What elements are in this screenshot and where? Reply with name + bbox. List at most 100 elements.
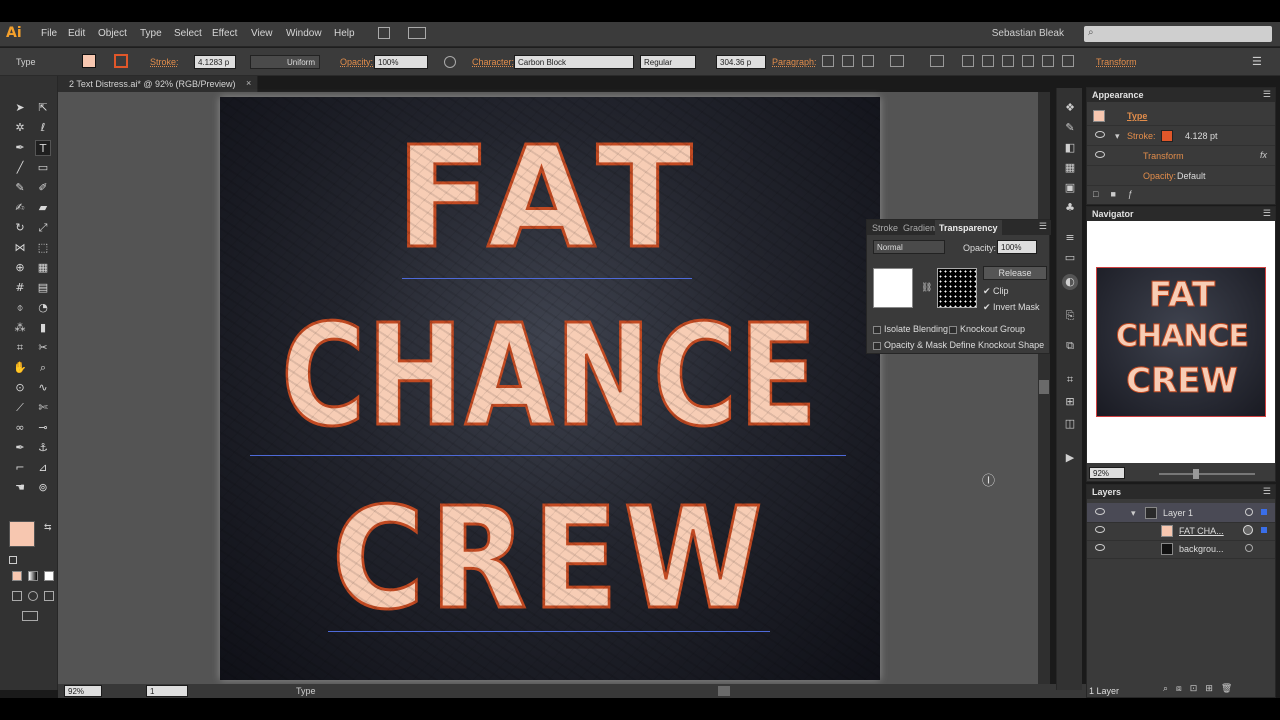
align-panel-icon[interactable]: ⊞	[1062, 394, 1078, 410]
expand-triangle-icon[interactable]: ▾	[1115, 131, 1120, 142]
envelope-icon[interactable]	[890, 55, 904, 67]
fx-icon[interactable]: fx	[1260, 150, 1267, 160]
close-tab-icon[interactable]: ×	[246, 78, 251, 88]
navigator-menu-icon[interactable]: ☰	[1263, 208, 1271, 219]
make-clipping-mask-icon[interactable]: ⧈	[1176, 683, 1182, 694]
blob-brush-tool-icon[interactable]: ✍	[12, 200, 28, 216]
navigator-zoom-field[interactable]: 92%	[1089, 467, 1125, 479]
tab-transparency[interactable]: Transparency	[935, 220, 1002, 235]
tab-gradient[interactable]: Gradien	[903, 223, 935, 233]
layer-row-layer1[interactable]: ▾ Layer 1	[1087, 503, 1275, 523]
stroke-weight-field[interactable]: 4.1283 p	[194, 55, 236, 69]
art-line-fat[interactable]: FAT	[220, 127, 880, 270]
appearance-stroke-label[interactable]: Stroke:	[1127, 131, 1156, 141]
transform-label[interactable]: Transform	[1096, 57, 1137, 67]
align-center-icon[interactable]	[842, 55, 854, 67]
puppet-tool-icon[interactable]: ⊙	[12, 380, 28, 396]
isolate-blending-checkbox[interactable]: Isolate Blending	[873, 324, 948, 334]
rotate-tool-icon[interactable]: ↻	[12, 220, 28, 236]
control-bar-menu-icon[interactable]: ☰	[1252, 55, 1262, 68]
selection-indicator[interactable]	[1261, 509, 1267, 515]
opacity-mask-thumbnail[interactable]	[937, 268, 977, 308]
menu-file[interactable]: File	[41, 28, 57, 39]
pan-tool-icon[interactable]: ☚	[12, 480, 28, 496]
perspective-grid-tool-icon[interactable]: ▦	[35, 260, 51, 276]
sublayer-name[interactable]: FAT CHA...	[1179, 526, 1224, 536]
align-objects-icon[interactable]	[930, 55, 944, 67]
appearance-opacity-label[interactable]: Opacity:	[1143, 171, 1176, 181]
artboard[interactable]: FAT CHANCE CREW	[220, 97, 880, 680]
visibility-eye-icon[interactable]	[1095, 131, 1105, 138]
layer-name[interactable]: Layer 1	[1163, 508, 1193, 518]
knife-tool-icon[interactable]: ⟋	[12, 400, 28, 416]
opacity-label[interactable]: Opacity:	[340, 57, 373, 67]
transform-panel-icon[interactable]: ⌗	[1062, 372, 1078, 388]
ruler-tool-icon[interactable]: ⊿	[35, 460, 51, 476]
appearance-stroke-swatch[interactable]	[1161, 130, 1173, 142]
reshape-tool-icon[interactable]: ⊸	[35, 420, 51, 436]
navigator-zoom-thumb[interactable]	[1193, 469, 1199, 479]
navigator-preview-area[interactable]: FAT CHANCE CREW	[1087, 221, 1275, 463]
artboard-tool-icon[interactable]: ⌗	[12, 340, 28, 356]
recolor-icon[interactable]	[444, 56, 456, 68]
gradient-tool-icon[interactable]: ▤	[35, 280, 51, 296]
stroke-panel-icon[interactable]: ≡	[1062, 230, 1078, 246]
zoom-tool-icon[interactable]: ⌕	[35, 360, 51, 376]
mesh-tool-icon[interactable]: #	[12, 280, 28, 296]
artboard-number-field[interactable]: 1	[146, 685, 188, 697]
navigator-zoom-slider[interactable]	[1159, 473, 1255, 475]
width-tool-icon[interactable]: ⋈	[12, 240, 28, 256]
vertical-scroll-thumb[interactable]	[1039, 380, 1049, 394]
target-icon[interactable]	[1245, 544, 1253, 552]
vertical-scrollbar[interactable]	[1038, 92, 1050, 684]
status-tool-label[interactable]: Type	[296, 686, 316, 696]
libraries-icon[interactable]: ❖	[1062, 100, 1078, 116]
add-effect-icon[interactable]: ƒ	[1128, 189, 1133, 199]
swap-colors-icon[interactable]: ⇆	[44, 522, 52, 533]
link-mask-icon[interactable]: ⛓	[921, 282, 932, 293]
export-icon[interactable]: ⎘	[1062, 308, 1078, 324]
bridge-icon[interactable]	[378, 27, 390, 39]
layer-row-fat-chance[interactable]: FAT CHA...	[1087, 521, 1275, 541]
eyedropper-tool-icon[interactable]: ⌽	[12, 300, 28, 316]
line-tool-icon[interactable]: ╱	[12, 160, 28, 176]
transparency-menu-icon[interactable]: ☰	[1039, 221, 1047, 232]
transparency-panel-icon[interactable]: ◐	[1062, 274, 1078, 290]
new-layer-icon[interactable]: ⊞	[1205, 683, 1213, 694]
appearance-transform-label[interactable]: Transform	[1143, 151, 1184, 161]
paragraph-label[interactable]: Paragraph:	[772, 57, 817, 67]
free-transform-tool-icon[interactable]: ⬚	[35, 240, 51, 256]
document-tab[interactable]: 2 Text Distress.ai* @ 92% (RGB/Preview) …	[58, 76, 258, 92]
anchor-tool-icon[interactable]: ⚓	[35, 440, 51, 456]
color-guide-icon[interactable]: ◧	[1062, 140, 1078, 156]
define-knockout-checkbox[interactable]: Opacity & Mask Define Knockout Shape	[873, 340, 1044, 350]
pen-add-tool-icon[interactable]: ✒	[12, 440, 28, 456]
sublayer-name[interactable]: backgrou...	[1179, 544, 1224, 554]
draw-behind-icon[interactable]	[28, 591, 38, 601]
new-sublayer-icon[interactable]: ⊡	[1190, 683, 1198, 694]
expand-triangle-icon[interactable]: ▾	[1131, 508, 1136, 519]
link-tool-icon[interactable]: ∞	[12, 420, 28, 436]
visibility-eye-icon[interactable]	[1095, 508, 1105, 515]
visibility-eye-icon[interactable]	[1095, 526, 1105, 533]
menu-edit[interactable]: Edit	[68, 28, 85, 39]
font-family-field[interactable]: Carbon Block	[514, 55, 634, 69]
magic-wand-tool-icon[interactable]: ✲	[12, 120, 28, 136]
font-style-field[interactable]: Regular	[640, 55, 696, 69]
align-right-edge-icon[interactable]	[1002, 55, 1014, 67]
appearance-stroke-row[interactable]: ▾ Stroke: 4.128 pt	[1087, 126, 1275, 146]
menu-window[interactable]: Window	[286, 28, 322, 39]
invert-mask-checkbox[interactable]: ✔ Invert Mask	[983, 302, 1040, 313]
appearance-stroke-value[interactable]: 4.128 pt	[1185, 131, 1218, 141]
draw-normal-icon[interactable]	[12, 591, 22, 601]
align-bottom-icon[interactable]	[1062, 55, 1074, 67]
visibility-eye-icon[interactable]	[1095, 544, 1105, 551]
add-stroke-icon[interactable]: □	[1093, 189, 1098, 199]
transparency-opacity-field[interactable]: 100%	[997, 240, 1037, 254]
draw-inside-icon[interactable]	[44, 591, 54, 601]
appearance-transform-row[interactable]: Transform fx	[1087, 146, 1275, 166]
menu-effect[interactable]: Effect	[212, 28, 237, 39]
layer-row-background[interactable]: backgrou...	[1087, 539, 1275, 559]
opacity-field[interactable]: 100%	[374, 55, 428, 69]
menu-object[interactable]: Object	[98, 28, 127, 39]
